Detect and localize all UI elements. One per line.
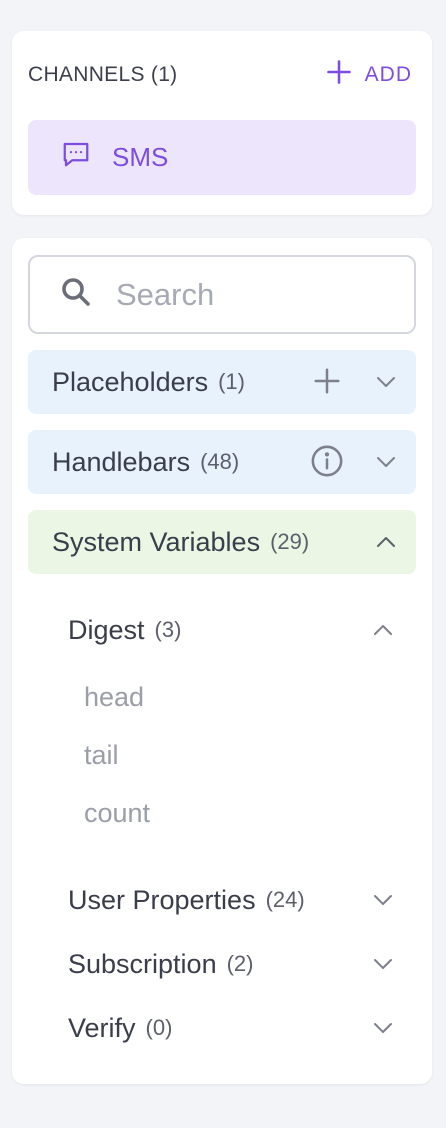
subgroup-label: Subscription	[68, 948, 217, 979]
plus-icon[interactable]	[312, 366, 342, 396]
channel-item-sms[interactable]: SMS	[28, 120, 416, 195]
subgroup-label: Digest	[68, 614, 145, 645]
plus-icon	[325, 58, 353, 92]
variables-panel: Placeholders (1) Handlebars (48)	[12, 238, 432, 1084]
subgroup-digest[interactable]: Digest (3)	[68, 610, 396, 650]
subgroup-count: (3)	[154, 617, 182, 642]
chevron-up-icon[interactable]	[373, 530, 399, 554]
message-icon	[61, 139, 91, 176]
chevron-down-icon[interactable]	[373, 370, 399, 394]
chevron-up-icon[interactable]	[370, 618, 396, 642]
channel-label: SMS	[112, 142, 169, 172]
subgroup-user-properties[interactable]: User Properties (24)	[68, 880, 396, 920]
group-count: (1)	[218, 369, 245, 394]
subgroup-count: (2)	[226, 951, 254, 976]
channels-panel: CHANNELS (1) ADD SMS	[12, 31, 432, 215]
subgroup-count: (0)	[145, 1015, 173, 1040]
search-box[interactable]	[28, 255, 416, 334]
group-system-variables[interactable]: System Variables (29)	[28, 510, 416, 574]
subgroup-label: User Properties	[68, 884, 256, 915]
subgroup-label: Verify	[68, 1012, 136, 1043]
group-label: System Variables	[52, 526, 261, 557]
add-channel-label: ADD	[364, 63, 412, 86]
chevron-down-icon[interactable]	[370, 1016, 396, 1040]
add-channel-button[interactable]: ADD	[325, 58, 412, 92]
search-input[interactable]	[116, 276, 396, 313]
subgroup-count: (24)	[265, 887, 305, 912]
subgroup-verify[interactable]: Verify (0)	[68, 1008, 396, 1048]
group-label: Placeholders	[52, 366, 209, 397]
chevron-down-icon[interactable]	[370, 888, 396, 912]
group-count: (29)	[270, 529, 310, 554]
search-icon	[58, 274, 94, 315]
channels-title: CHANNELS (1)	[28, 63, 178, 86]
variable-item-head[interactable]: head	[84, 682, 144, 713]
variable-item-tail[interactable]: tail	[84, 740, 119, 771]
chevron-down-icon[interactable]	[370, 952, 396, 976]
variable-item-count[interactable]: count	[84, 798, 150, 829]
info-icon[interactable]	[310, 444, 344, 478]
chevron-down-icon[interactable]	[373, 450, 399, 474]
group-handlebars[interactable]: Handlebars (48)	[28, 430, 416, 494]
channels-header: CHANNELS (1) ADD	[28, 59, 412, 91]
subgroup-subscription[interactable]: Subscription (2)	[68, 944, 396, 984]
group-count: (48)	[200, 449, 240, 474]
group-label: Handlebars	[52, 446, 191, 477]
group-placeholders[interactable]: Placeholders (1)	[28, 350, 416, 414]
